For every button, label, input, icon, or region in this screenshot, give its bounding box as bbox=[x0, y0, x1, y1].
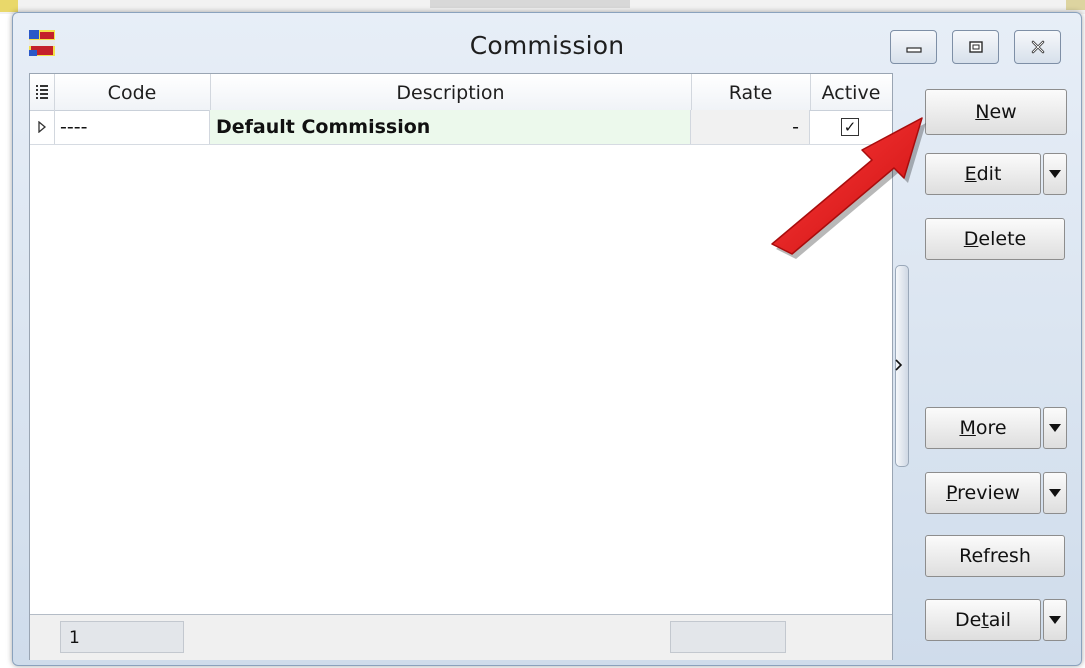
restore-button[interactable] bbox=[952, 30, 999, 64]
minimize-button[interactable] bbox=[890, 30, 937, 64]
detail-button-label: ail bbox=[988, 609, 1011, 631]
cell-active[interactable]: ✓ bbox=[810, 110, 892, 144]
table-row[interactable]: ---- Default Commission - ✓ bbox=[30, 110, 892, 145]
refresh-button[interactable]: Refresh bbox=[925, 535, 1065, 577]
minimize-icon bbox=[905, 47, 922, 53]
column-header-active[interactable]: Active bbox=[810, 74, 892, 110]
delete-button-label: elete bbox=[978, 228, 1027, 250]
detail-button-label-pre: De bbox=[955, 609, 982, 631]
new-button-label: ew bbox=[989, 101, 1017, 123]
new-button-accel: N bbox=[975, 101, 990, 123]
column-header-description[interactable]: Description bbox=[210, 74, 692, 110]
chevron-down-icon bbox=[1049, 170, 1061, 178]
background-yellow-fragment bbox=[0, 0, 18, 12]
close-button[interactable] bbox=[1014, 30, 1061, 64]
active-checkbox[interactable]: ✓ bbox=[841, 118, 859, 136]
edit-button-accel: E bbox=[964, 163, 977, 185]
restore-icon bbox=[968, 41, 983, 53]
preview-button[interactable]: Preview bbox=[925, 472, 1041, 514]
new-button[interactable]: New bbox=[925, 89, 1067, 135]
column-header-rate[interactable]: Rate bbox=[691, 74, 811, 110]
chevron-down-icon bbox=[1049, 424, 1061, 432]
detail-button[interactable]: Detail bbox=[925, 599, 1041, 641]
chevron-right-icon bbox=[895, 359, 903, 371]
detail-button-accel: t bbox=[981, 609, 989, 631]
grid-footer: 1 bbox=[30, 614, 892, 660]
edit-dropdown-button[interactable] bbox=[1043, 153, 1067, 195]
splitter-expand-icon[interactable] bbox=[895, 359, 903, 375]
edit-button-label: dit bbox=[976, 163, 1002, 185]
cell-code[interactable]: ---- bbox=[54, 110, 210, 144]
column-chooser-button[interactable] bbox=[30, 74, 55, 110]
more-dropdown-button[interactable] bbox=[1043, 407, 1067, 449]
row-indicator-icon bbox=[30, 110, 55, 144]
cell-rate[interactable]: - bbox=[691, 110, 810, 144]
preview-button-accel: P bbox=[946, 482, 958, 504]
background-yellow-fragment-right bbox=[1066, 0, 1085, 10]
record-count: 1 bbox=[60, 621, 184, 653]
delete-button-accel: D bbox=[963, 228, 979, 250]
background-gray-fragment bbox=[430, 0, 630, 8]
detail-dropdown-button[interactable] bbox=[1043, 599, 1067, 641]
edit-button[interactable]: Edit bbox=[925, 153, 1041, 195]
column-header-code[interactable]: Code bbox=[54, 74, 211, 110]
delete-button[interactable]: Delete bbox=[925, 218, 1065, 260]
row-pointer-icon bbox=[38, 120, 47, 134]
more-button[interactable]: More bbox=[925, 407, 1041, 449]
footer-summary-cell bbox=[670, 621, 786, 653]
column-chooser-icon bbox=[36, 85, 48, 99]
preview-button-label: review bbox=[957, 482, 1020, 504]
chevron-down-icon bbox=[1049, 489, 1061, 497]
more-button-accel: M bbox=[959, 417, 976, 439]
commission-window: Commission Code Description Rate Active … bbox=[12, 12, 1082, 666]
grid-header-row: Code Description Rate Active bbox=[30, 74, 892, 111]
more-button-label: ore bbox=[975, 417, 1007, 439]
chevron-down-icon bbox=[1049, 616, 1061, 624]
close-icon bbox=[1031, 40, 1044, 54]
commission-grid: Code Description Rate Active ---- Defaul… bbox=[29, 73, 893, 660]
cell-description[interactable]: Default Commission bbox=[210, 110, 691, 144]
preview-dropdown-button[interactable] bbox=[1043, 472, 1067, 514]
